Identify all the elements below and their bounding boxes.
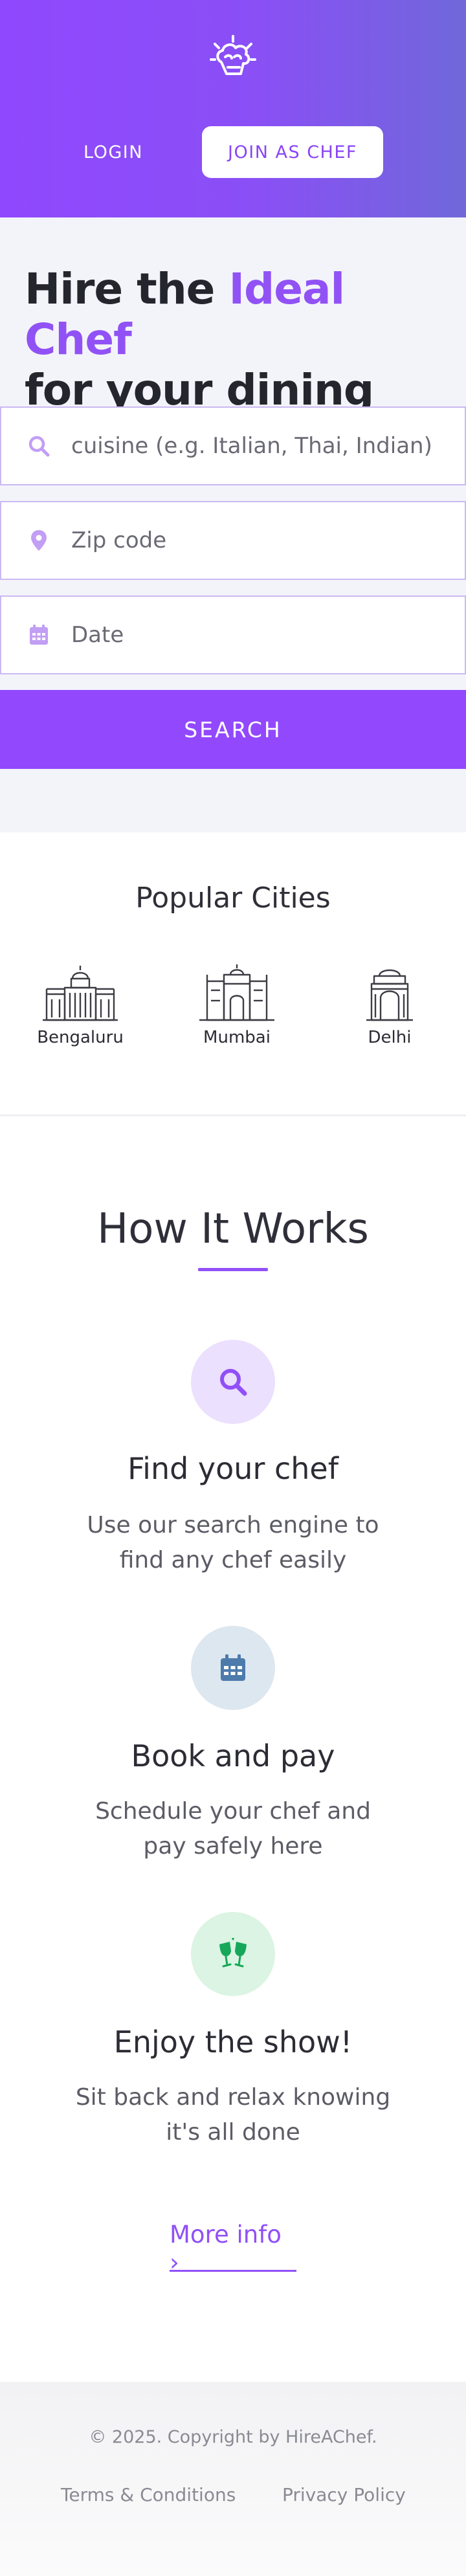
city-label: Mumbai (203, 1028, 271, 1047)
bengaluru-landmark-icon (43, 966, 118, 1021)
step-icon-circle (191, 1340, 275, 1424)
more-info-link[interactable]: More info › (170, 2221, 296, 2276)
copyright-text: © 2025. Copyright by HireAChef. (89, 2427, 377, 2447)
how-it-works-title: How It Works (97, 1205, 369, 1253)
title-underline (198, 1268, 268, 1271)
step-description: Sit back and relax knowing it's all done (75, 2084, 391, 2146)
search-button[interactable]: SEARCH (0, 690, 466, 769)
city-bengaluru[interactable]: Bengaluru (22, 962, 139, 1047)
location-pin-icon (26, 527, 52, 553)
cuisine-input[interactable] (71, 433, 460, 459)
step-title: Book and pay (131, 1738, 335, 1773)
join-as-chef-button[interactable]: JOIN AS CHEF (202, 126, 383, 178)
site-footer (0, 2382, 466, 2576)
popular-cities-title: Popular Cities (135, 882, 331, 915)
step-description: Schedule your chef and pay safely here (95, 1798, 371, 1860)
zip-input[interactable] (71, 527, 460, 553)
zip-field[interactable] (0, 501, 466, 580)
site-header: LOGIN JOIN AS CHEF (0, 0, 466, 217)
login-button[interactable]: LOGIN (70, 128, 157, 177)
city-delhi[interactable]: Delhi (331, 962, 448, 1047)
city-label: Delhi (368, 1028, 412, 1047)
cuisine-field[interactable] (0, 406, 466, 485)
page-title: Hire the Ideal Chef for your dining (25, 264, 452, 416)
step-icon-circle (191, 1626, 275, 1710)
mumbai-landmark-icon (199, 964, 274, 1021)
step-icon-circle (191, 1912, 275, 1996)
city-mumbai[interactable]: Mumbai (179, 962, 295, 1047)
chef-hat-logo-icon[interactable] (202, 31, 264, 93)
search-icon (26, 433, 52, 459)
step-description: Use our search engine to find any chef e… (87, 1512, 379, 1573)
step-title: Find your chef (128, 1451, 338, 1486)
date-input[interactable] (71, 622, 460, 648)
privacy-link[interactable]: Privacy Policy (282, 2484, 406, 2505)
calendar-icon (221, 1654, 245, 1681)
terms-link[interactable]: Terms & Conditions (61, 2484, 236, 2505)
search-icon (220, 1369, 247, 1396)
delhi-landmark-icon (366, 969, 413, 1021)
step-title: Enjoy the show! (113, 2025, 353, 2060)
calendar-icon (26, 622, 52, 648)
city-label: Bengaluru (37, 1028, 124, 1047)
date-field[interactable] (0, 595, 466, 674)
cheers-glasses-icon (219, 1938, 247, 1968)
headline-part1: Hire the (25, 264, 229, 314)
